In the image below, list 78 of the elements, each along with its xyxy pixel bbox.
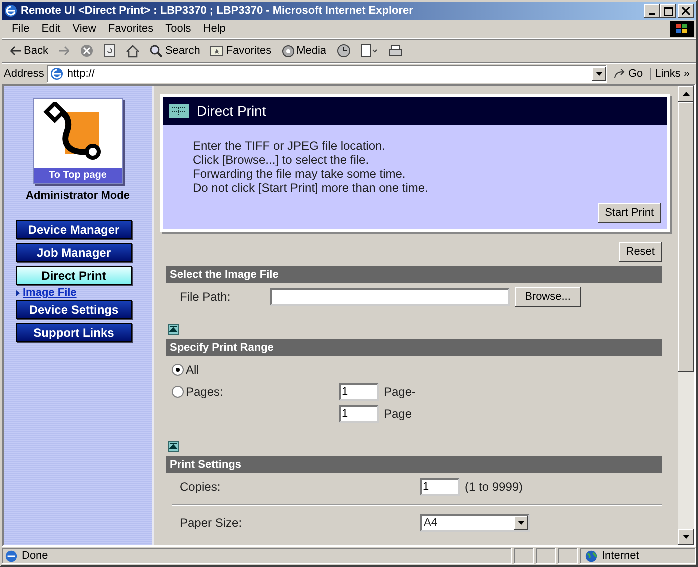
back-button[interactable]: Back bbox=[6, 41, 52, 61]
maximize-icon bbox=[664, 6, 672, 16]
vertical-scrollbar[interactable] bbox=[678, 86, 694, 545]
media-button[interactable]: Media bbox=[278, 41, 331, 61]
nav-button[interactable]: Support Links bbox=[16, 323, 132, 342]
page-icon bbox=[50, 67, 64, 81]
section-header: Print Settings bbox=[166, 456, 662, 473]
pointer-icon bbox=[16, 290, 20, 296]
start-print-button[interactable]: Start Print bbox=[598, 203, 661, 223]
home-icon bbox=[126, 44, 140, 58]
mode-label: Administrator Mode bbox=[26, 190, 130, 202]
close-button[interactable] bbox=[678, 4, 694, 18]
radio-option[interactable]: Pages: bbox=[172, 385, 339, 399]
arrow-left-icon bbox=[10, 46, 22, 56]
paper-size-dropdown[interactable]: A4 bbox=[420, 514, 530, 532]
number-field[interactable]: 1 bbox=[420, 478, 460, 496]
number-field[interactable]: 1 bbox=[339, 405, 379, 423]
menu-item[interactable]: View bbox=[66, 23, 102, 35]
scroll-thumb[interactable] bbox=[678, 102, 694, 372]
unit-label: (1 to 9999) bbox=[465, 480, 524, 494]
menu-item[interactable]: Edit bbox=[36, 23, 67, 35]
menu-item[interactable]: Favorites bbox=[102, 23, 160, 35]
unit-label: Page- bbox=[384, 385, 416, 399]
nav-button[interactable]: Device Manager bbox=[16, 220, 132, 239]
status-text: Done bbox=[22, 550, 48, 562]
maximize-button[interactable] bbox=[660, 4, 676, 18]
minimize-button[interactable] bbox=[644, 4, 660, 18]
browse-button[interactable]: Browse... bbox=[515, 287, 581, 307]
instruction-text: Click [Browse...] to select the file. bbox=[193, 153, 370, 167]
scroll-up-icon[interactable] bbox=[678, 86, 694, 102]
refresh-icon bbox=[104, 44, 116, 58]
page-icon bbox=[5, 550, 18, 562]
browser-icon bbox=[4, 4, 18, 18]
go-button[interactable]: Go bbox=[610, 68, 648, 80]
section-header: Select the Image File bbox=[166, 266, 662, 283]
address-label: Address bbox=[4, 68, 44, 80]
window-title: Remote UI <Direct Print> : LBP3370 ; LBP3370 - Microsoft Internet Explorer bbox=[21, 5, 414, 17]
address-field[interactable]: http:// bbox=[47, 65, 608, 83]
back-to-top-icon[interactable] bbox=[168, 324, 179, 335]
field-label: Paper Size: bbox=[180, 516, 244, 530]
nav-button[interactable]: Device Settings bbox=[16, 300, 132, 319]
zone-text: Internet bbox=[602, 550, 640, 562]
field-label: Copies: bbox=[180, 480, 222, 494]
nav-button[interactable]: Direct Print bbox=[16, 266, 132, 285]
arrow-icon bbox=[614, 69, 626, 79]
instruction-text: Do not click [Start Print] more than one time. bbox=[193, 181, 430, 195]
panel-title: Direct Print bbox=[197, 103, 266, 119]
sub-nav-link[interactable]: Image File bbox=[23, 287, 77, 299]
search-icon bbox=[150, 44, 164, 58]
stop-icon bbox=[80, 44, 94, 58]
close-icon bbox=[682, 7, 690, 15]
section-header: Specify Print Range bbox=[166, 339, 662, 356]
menu-item[interactable]: Help bbox=[197, 23, 232, 35]
scroll-down-icon[interactable] bbox=[678, 529, 694, 545]
menu-item[interactable]: Tools bbox=[160, 23, 198, 35]
page-field[interactable]: 1 bbox=[339, 383, 379, 401]
instruction-text: Enter the TIFF or JPEG file location. bbox=[193, 139, 387, 153]
file-path-field[interactable] bbox=[270, 288, 510, 306]
links-button[interactable]: Links » bbox=[650, 68, 694, 80]
menu-item[interactable]: File bbox=[6, 23, 36, 35]
top-page-link[interactable]: To Top page bbox=[33, 98, 123, 184]
globe-icon bbox=[585, 550, 598, 562]
search-button[interactable]: Search bbox=[146, 41, 204, 61]
nav-button[interactable]: Job Manager bbox=[16, 243, 132, 262]
arrow-right-icon bbox=[58, 46, 70, 56]
clock-icon bbox=[336, 44, 351, 58]
windows-logo bbox=[670, 21, 694, 37]
page-icon bbox=[360, 44, 379, 58]
unit-label: Page bbox=[384, 407, 412, 421]
printer-icon bbox=[388, 44, 403, 58]
instruction-text: Forwarding the file may take some time. bbox=[193, 167, 407, 181]
reset-button[interactable]: Reset bbox=[619, 242, 662, 262]
back-to-top-icon[interactable] bbox=[168, 441, 179, 452]
printer-icon bbox=[169, 104, 189, 118]
favorites-button[interactable]: Favorites bbox=[206, 41, 276, 61]
radio-option[interactable]: All bbox=[172, 363, 339, 377]
field-label: File Path: bbox=[180, 290, 232, 304]
disc-icon bbox=[282, 44, 295, 58]
